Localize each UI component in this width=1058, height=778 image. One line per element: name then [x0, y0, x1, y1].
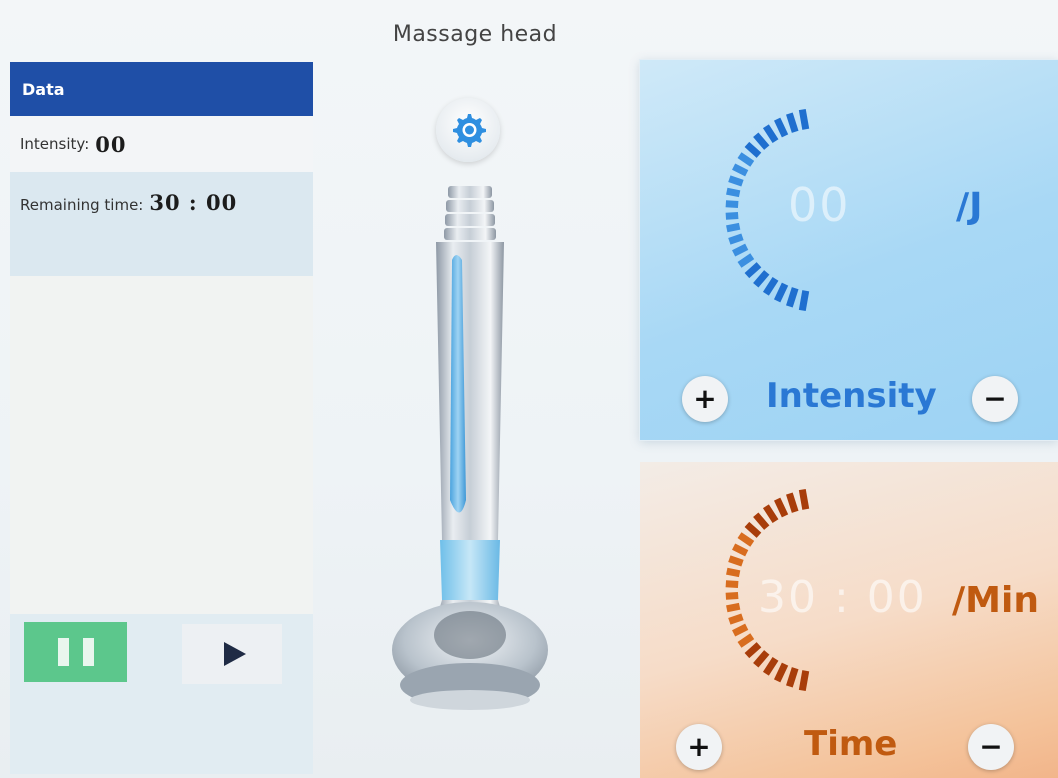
time-gauge-tick: [744, 521, 762, 538]
handpiece-image: [392, 186, 548, 710]
intensity-gauge-tick: [753, 132, 770, 150]
pause-icon: [57, 638, 69, 666]
intensity-gauge-tick: [786, 112, 799, 133]
time-gauge-tick: [798, 488, 810, 510]
time-gauge-tick: [728, 613, 744, 625]
remaining-time-readout: Remaining time: 30 : 00: [10, 172, 313, 276]
intensity-gauge-tick: [737, 253, 755, 268]
intensity-readout-label: Intensity:: [20, 135, 90, 153]
intensity-gauge-tick: [725, 211, 739, 220]
pause-icon-bar: [82, 638, 94, 666]
time-gauge-tick: [762, 504, 779, 524]
intensity-readout-value: 00: [95, 131, 127, 157]
intensity-gauge-tick: [762, 124, 779, 144]
intensity-gauge-tick: [798, 108, 810, 130]
intensity-plus-button[interactable]: +: [682, 376, 728, 422]
intensity-gauge-tick: [725, 200, 739, 209]
remaining-time-label: Remaining time:: [20, 196, 144, 214]
play-button[interactable]: [182, 624, 282, 684]
intensity-label: Intensity: [766, 376, 937, 416]
intensity-gauge-tick: [773, 117, 789, 138]
gear-icon: [453, 114, 486, 147]
time-gauge-tick: [737, 532, 755, 547]
time-gauge-tick: [773, 662, 789, 683]
intensity-gauge-tick: [773, 282, 789, 303]
intensity-unit: /J: [956, 186, 983, 227]
intensity-value-display: 00: [788, 178, 851, 232]
intensity-gauge-tick: [726, 187, 741, 198]
massage-head-title: Massage head: [392, 22, 558, 47]
intensity-gauge-tick: [726, 222, 741, 233]
time-gauge-tick: [744, 642, 762, 659]
pause-button[interactable]: [24, 622, 127, 682]
time-gauge-tick: [762, 656, 779, 676]
intensity-gauge-tick: [744, 262, 762, 279]
intensity-gauge-tick: [762, 276, 779, 296]
intensity-gauge-tick: [728, 175, 744, 187]
time-value-display: 30 : 00: [758, 572, 927, 623]
remaining-time-value: 30 : 00: [149, 190, 238, 215]
time-gauge-tick: [726, 567, 741, 578]
intensity-gauge-tick: [798, 290, 810, 312]
time-plus-button[interactable]: +: [676, 724, 722, 770]
data-panel-body: [10, 276, 313, 614]
intensity-gauge-tick: [753, 270, 770, 288]
time-gauge-tick: [786, 667, 799, 688]
time-gauge-tick: [725, 580, 739, 589]
time-gauge-tick: [753, 512, 770, 530]
intensity-gauge-tick: [732, 243, 749, 257]
time-gauge-tick: [753, 650, 770, 668]
time-gauge-tick: [725, 591, 739, 600]
time-gauge-tick: [737, 633, 755, 648]
settings-button[interactable]: [436, 98, 500, 162]
time-gauge-tick: [798, 670, 810, 692]
time-gauge-tick: [773, 497, 789, 518]
data-header: Data: [10, 62, 313, 116]
intensity-gauge-tick: [737, 152, 755, 167]
intensity-gauge-tick: [728, 233, 744, 245]
intensity-card: 00 /J + Intensity −: [640, 60, 1058, 440]
intensity-readout: Intensity: 00: [10, 116, 313, 172]
time-gauge-tick: [786, 492, 799, 513]
time-gauge-tick: [732, 623, 749, 637]
time-unit: /Min: [952, 580, 1039, 621]
play-icon: [224, 642, 246, 666]
intensity-gauge-tick: [744, 141, 762, 158]
intensity-minus-button[interactable]: −: [972, 376, 1018, 422]
intensity-gauge-tick: [786, 287, 799, 308]
intensity-gauge-tick: [732, 163, 749, 177]
time-label: Time: [804, 724, 898, 764]
time-minus-button[interactable]: −: [968, 724, 1014, 770]
time-card: 30 : 00 /Min + Time −: [640, 462, 1058, 778]
time-gauge-tick: [728, 555, 744, 567]
time-gauge-tick: [732, 543, 749, 557]
time-gauge-tick: [726, 602, 741, 613]
